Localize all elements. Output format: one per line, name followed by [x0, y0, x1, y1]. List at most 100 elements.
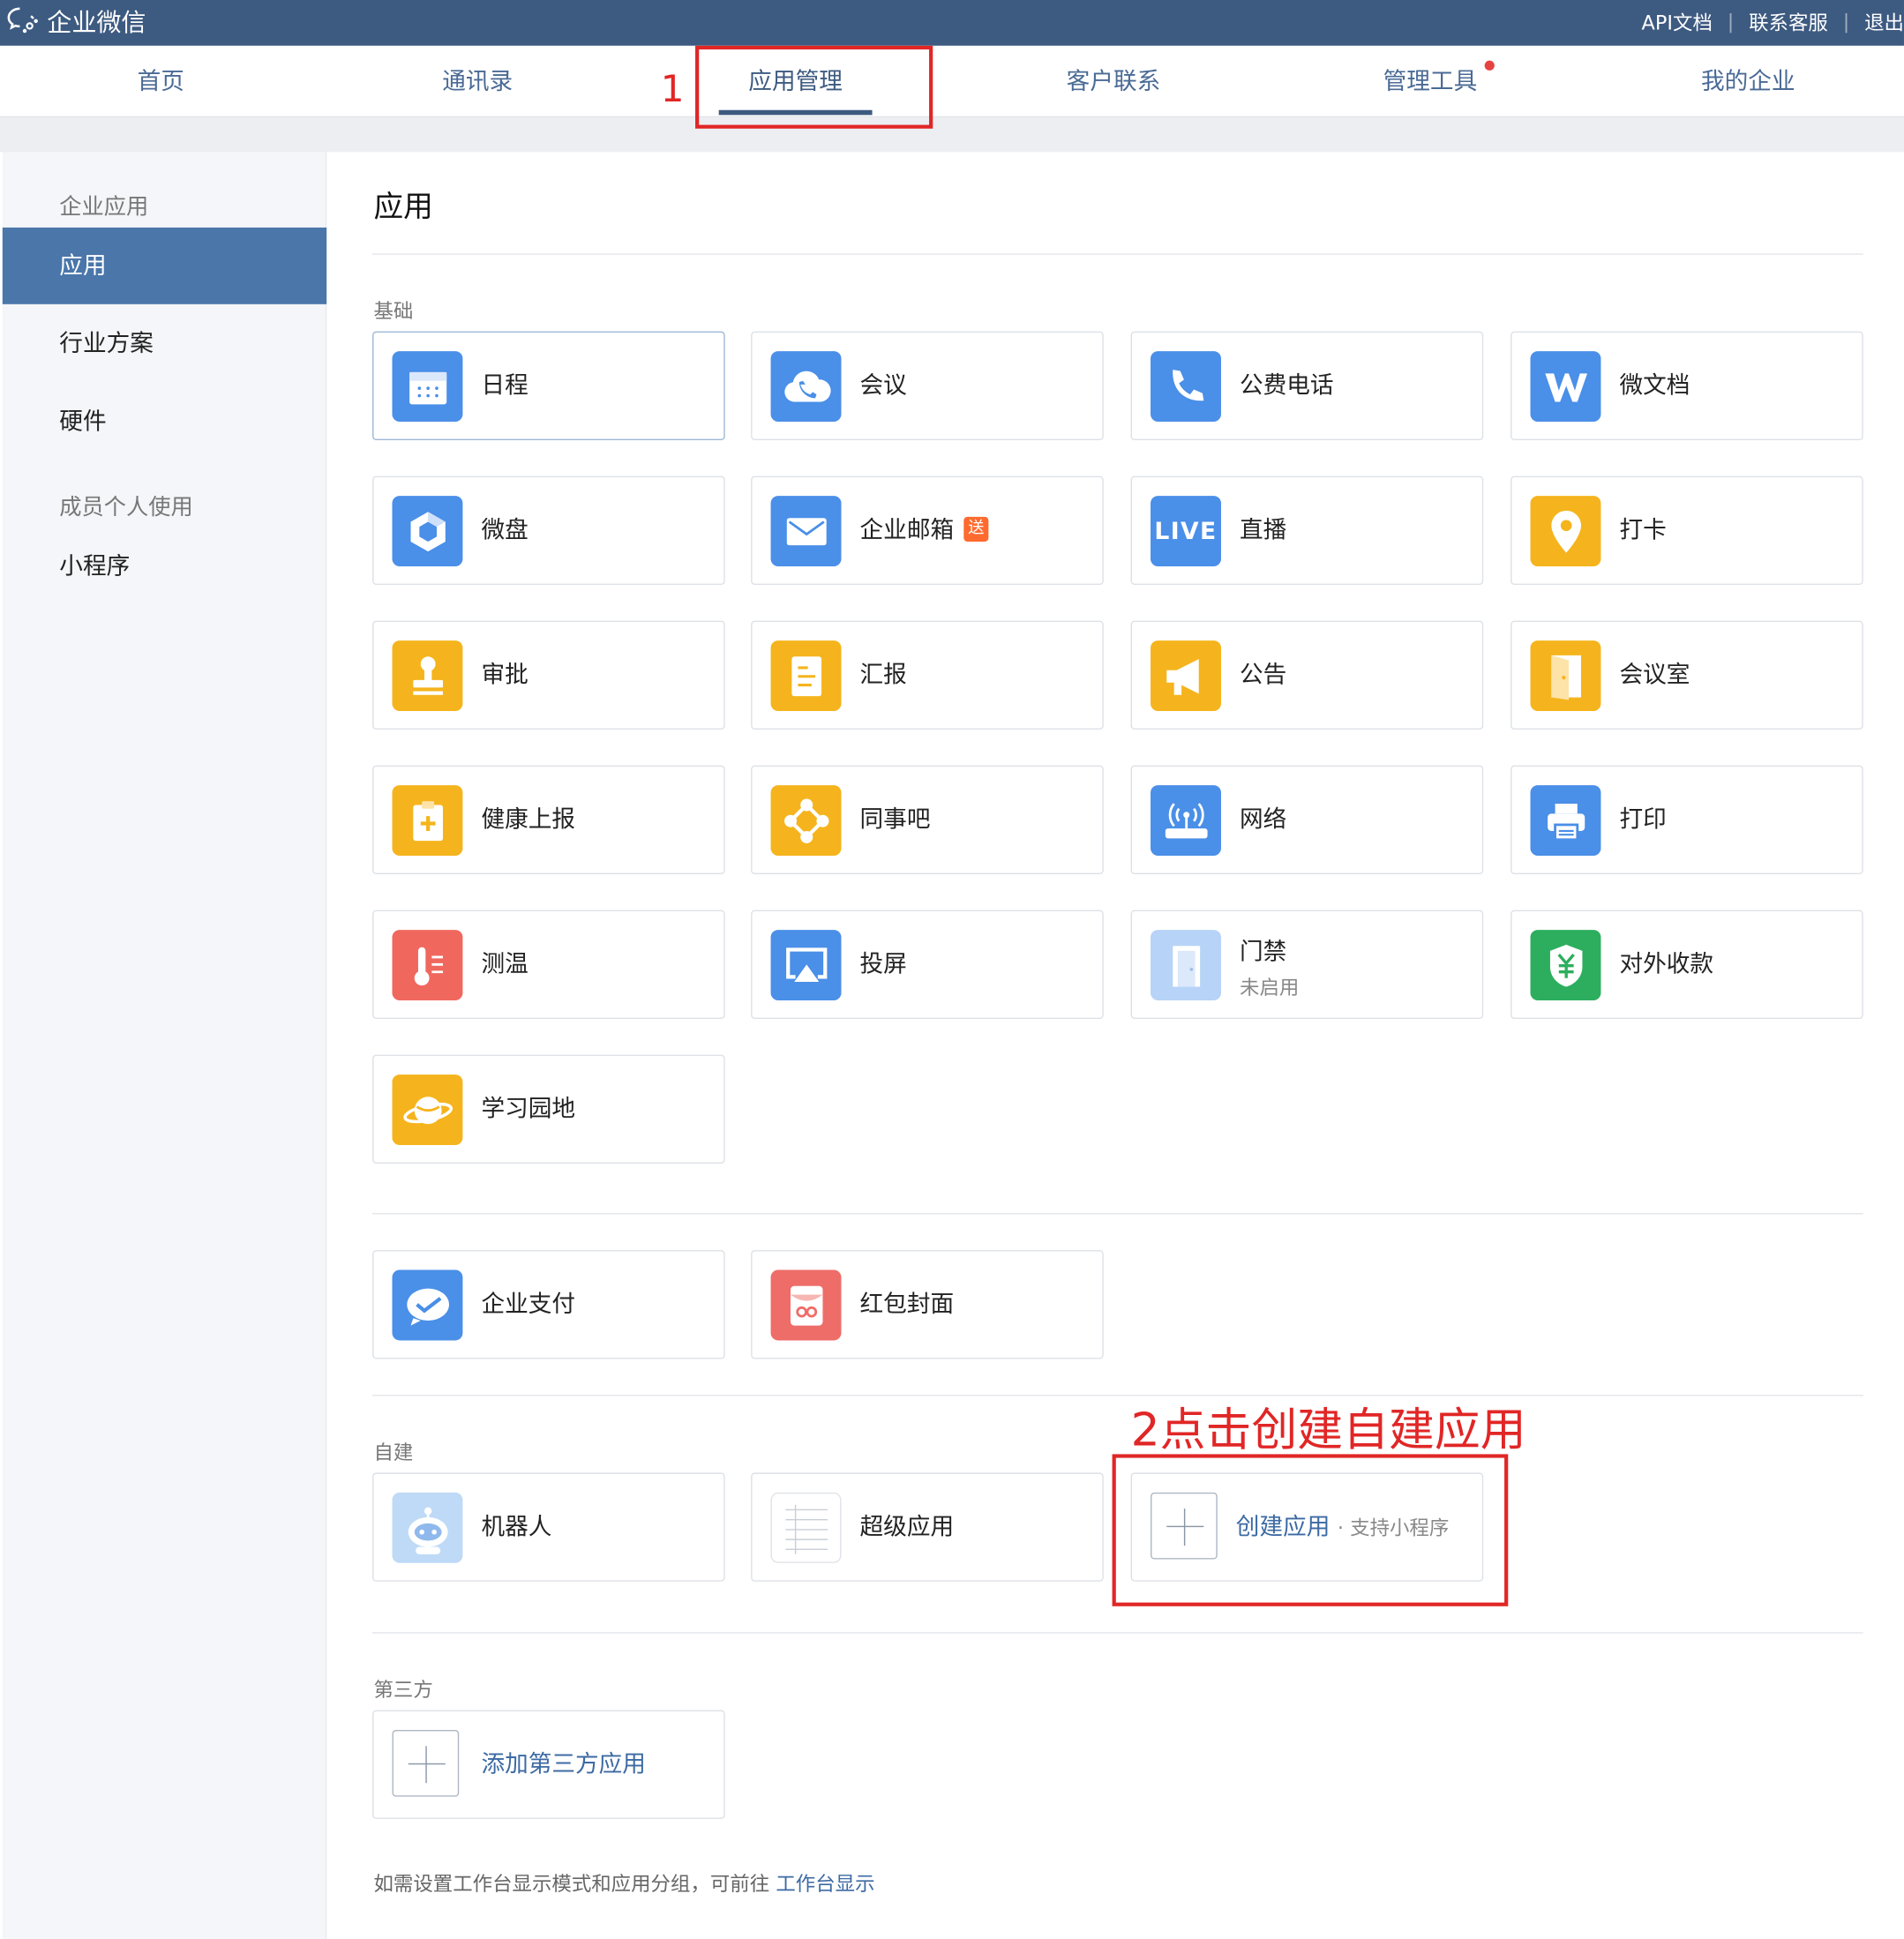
- app-status: 未启用: [1240, 975, 1300, 999]
- app-card-health-report[interactable]: 健康上报: [372, 765, 725, 875]
- sidebar-item-apps[interactable]: 应用: [2, 227, 327, 304]
- contact-support-link[interactable]: 联系客服: [1749, 6, 1828, 36]
- section-label-third-party: 第三方: [373, 1678, 433, 1702]
- app-card-temperature[interactable]: 测温: [372, 910, 725, 1020]
- nav-customer-contact[interactable]: 客户联系: [990, 46, 1237, 117]
- printer-icon: [1530, 785, 1601, 856]
- app-name: 机器人: [481, 1513, 552, 1541]
- app-name: 直播: [1240, 516, 1287, 544]
- sidebar-group-enterprise-apps: 企业应用: [59, 194, 149, 221]
- w-doc-icon: [1530, 351, 1601, 422]
- app-name: 同事吧: [859, 805, 931, 834]
- footer-note-text: 如需设置工作台显示模式和应用分组，可前往: [373, 1872, 770, 1896]
- app-card-meeting-room[interactable]: 会议室: [1510, 620, 1863, 730]
- app-name: 网络: [1240, 805, 1287, 834]
- sidebar-item-industry-solutions[interactable]: 行业方案: [3, 305, 326, 382]
- app-name: 微文档: [1619, 371, 1690, 400]
- app-name: 测温: [481, 950, 528, 978]
- report-icon: [770, 640, 842, 711]
- app-name: 微盘: [481, 516, 528, 544]
- app-name: 日程: [481, 371, 528, 400]
- drive-icon: [392, 496, 463, 566]
- annotation-box-step1: [695, 45, 933, 129]
- app-card-red-envelope-cover[interactable]: 红包封面: [751, 1250, 1104, 1359]
- access-door-icon: [1151, 930, 1221, 1000]
- app-card-micro-drive[interactable]: 微盘: [372, 475, 725, 586]
- app-logo[interactable]: 企业微信: [5, 3, 146, 39]
- nav-home[interactable]: 首页: [37, 46, 284, 117]
- top-bar: 企业微信 API文档 | 联系客服 | 退出: [0, 0, 1904, 46]
- calendar-icon: [392, 351, 463, 422]
- divider: [372, 1395, 1863, 1396]
- logout-link[interactable]: 退出: [1864, 6, 1904, 36]
- nav-contacts[interactable]: 通讯录: [354, 46, 601, 117]
- app-card-public-phone[interactable]: 公费电话: [1130, 331, 1484, 441]
- app-title: 企业微信: [47, 7, 146, 38]
- app-name: 企业支付: [481, 1291, 576, 1319]
- workbench-display-link[interactable]: 工作台显示: [776, 1872, 874, 1896]
- app-card-micro-doc[interactable]: 微文档: [1510, 331, 1863, 441]
- app-card-access-control[interactable]: 门禁 未启用: [1130, 910, 1484, 1020]
- app-card-announcement[interactable]: 公告: [1130, 620, 1484, 730]
- sidebar-item-mini-programs[interactable]: 小程序: [3, 528, 326, 605]
- live-icon: LIVE: [1151, 496, 1221, 566]
- api-docs-link[interactable]: API文档: [1642, 6, 1713, 36]
- app-card-print[interactable]: 打印: [1510, 765, 1863, 875]
- root: 企业微信 API文档 | 联系客服 | 退出 首页 通讯录 应用管理 客户联系 …: [0, 0, 1904, 1939]
- planet-icon: [392, 1074, 463, 1145]
- health-clipboard-icon: [392, 785, 463, 856]
- app-card-super-app[interactable]: 超级应用: [751, 1472, 1104, 1582]
- top-links: API文档 | 联系客服 | 退出: [1642, 6, 1904, 36]
- app-name: 门禁: [1240, 938, 1287, 966]
- add-third-party-app-card[interactable]: 添加第三方应用: [372, 1710, 725, 1819]
- sidebar-group-personal-use: 成员个人使用: [59, 494, 193, 521]
- app-name: 打卡: [1619, 516, 1667, 544]
- app-card-schedule[interactable]: 日程: [372, 331, 725, 441]
- section-label-self-built: 自建: [373, 1440, 414, 1464]
- app-name: 对外收款: [1619, 950, 1714, 978]
- app-name: 审批: [481, 661, 528, 689]
- door-icon: [1530, 640, 1601, 711]
- notification-dot: [1484, 60, 1495, 71]
- app-name: 公告: [1240, 661, 1287, 689]
- app-card-robot[interactable]: 机器人: [372, 1472, 725, 1582]
- divider: [372, 1632, 1863, 1634]
- app-card-external-payment[interactable]: 对外收款: [1510, 910, 1863, 1020]
- pay-check-icon: [392, 1269, 463, 1341]
- stamp-icon: [392, 640, 463, 711]
- divider: [372, 253, 1863, 255]
- divider: |: [1842, 9, 1850, 34]
- app-card-meeting[interactable]: 会议: [751, 331, 1104, 441]
- app-name: 超级应用: [859, 1513, 955, 1541]
- app-name-text: 企业邮箱: [859, 516, 955, 544]
- annotation-step1-label: 1: [660, 68, 685, 112]
- mail-icon: [770, 496, 842, 566]
- live-icon-text: LIVE: [1154, 517, 1218, 545]
- annotation-step2-label: 2点击创建自建应用: [1130, 1403, 1526, 1457]
- red-envelope-icon: [770, 1269, 842, 1341]
- add-third-party-label: 添加第三方应用: [481, 1750, 646, 1778]
- nav-management-tools[interactable]: 管理工具: [1307, 46, 1554, 117]
- app-card-report[interactable]: 汇报: [751, 620, 1104, 730]
- app-card-approval[interactable]: 审批: [372, 620, 725, 730]
- app-card-enterprise-pay[interactable]: 企业支付: [372, 1250, 725, 1359]
- app-name: 红包封面: [859, 1291, 955, 1319]
- divider: |: [1727, 9, 1735, 34]
- app-card-network[interactable]: 网络: [1130, 765, 1484, 875]
- app-card-check-in[interactable]: 打卡: [1510, 475, 1863, 586]
- app-card-learning-garden[interactable]: 学习园地: [372, 1054, 725, 1164]
- screencast-icon: [770, 930, 842, 1000]
- app-name: 汇报: [859, 661, 907, 689]
- nav-my-enterprise[interactable]: 我的企业: [1624, 46, 1871, 117]
- app-name: 打印: [1619, 805, 1667, 834]
- app-card-colleagues[interactable]: 同事吧: [751, 765, 1104, 875]
- app-card-live[interactable]: LIVE 直播: [1130, 475, 1484, 586]
- footer-note: 如需设置工作台显示模式和应用分组，可前往 工作台显示: [373, 1868, 874, 1898]
- sidebar: 企业应用 应用 行业方案 硬件 成员个人使用 小程序: [2, 152, 327, 1939]
- app-name: 会议: [859, 371, 907, 400]
- sidebar-item-hardware[interactable]: 硬件: [3, 384, 326, 460]
- location-pin-icon: [1530, 496, 1601, 566]
- app-card-enterprise-mail[interactable]: 企业邮箱送: [751, 475, 1104, 586]
- app-card-screen-cast[interactable]: 投屏: [751, 910, 1104, 1020]
- cloud-phone-icon: [770, 351, 842, 422]
